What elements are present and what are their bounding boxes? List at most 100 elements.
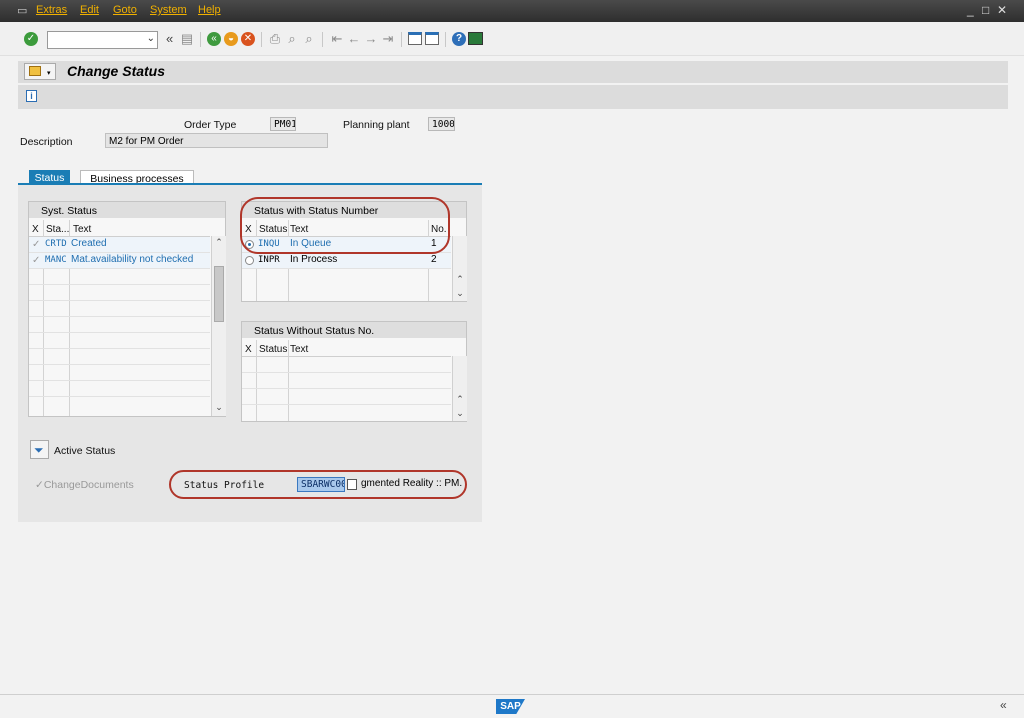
next-page-icon[interactable]: → xyxy=(364,32,378,46)
row-divider xyxy=(242,372,451,373)
menu-help[interactable]: Help xyxy=(198,4,221,16)
title-bar: ▾ Change Status xyxy=(18,61,1008,83)
column-header-x: X xyxy=(32,224,39,235)
checkbox-checked[interactable]: ✓ xyxy=(32,240,42,250)
menu-extras[interactable]: Extras xyxy=(36,4,67,16)
toolbar-separator xyxy=(445,32,446,47)
enter-icon[interactable]: ✓ xyxy=(24,32,38,46)
table-row[interactable]: ✓ CRTD Created xyxy=(29,237,210,252)
application-toolbar: i xyxy=(18,85,1008,109)
status-code: INPR xyxy=(258,255,280,265)
back-icon[interactable]: « xyxy=(207,32,221,46)
toolbar-separator xyxy=(322,32,323,47)
row-divider xyxy=(29,348,210,349)
column-header-text[interactable]: Text xyxy=(73,224,91,235)
status-profile-description: gmented Reality :: PM... xyxy=(361,478,462,489)
change-documents-button[interactable]: ✓ChangeDocuments xyxy=(35,479,134,491)
shortcut-icon[interactable] xyxy=(425,32,439,45)
status-profile-label: Status Profile xyxy=(184,480,265,491)
print-icon[interactable]: ⎙ xyxy=(268,32,282,46)
checkbox-checked[interactable]: ✓ xyxy=(32,256,42,266)
scroll-up-icon[interactable]: ⌃ xyxy=(212,237,226,248)
scroll-down-icon[interactable]: ⌄ xyxy=(453,288,467,299)
scroll-down-icon[interactable]: ⌄ xyxy=(212,402,226,413)
row-divider xyxy=(29,300,210,301)
order-type-field: PM01 xyxy=(270,117,296,131)
row-divider xyxy=(29,316,210,317)
description-label: Description xyxy=(20,136,73,148)
column-divider xyxy=(256,340,257,421)
help-icon[interactable]: ? xyxy=(452,32,466,46)
exit-icon[interactable]: ◒ xyxy=(224,32,238,46)
save-icon[interactable]: ▤ xyxy=(180,32,194,46)
scrollbar-thumb[interactable] xyxy=(214,266,224,322)
column-header-status[interactable]: Sta... xyxy=(46,224,69,235)
column-divider xyxy=(288,340,289,421)
collapse-status-bar-button[interactable]: « xyxy=(1000,698,1007,712)
scroll-up-icon[interactable]: ⌃ xyxy=(453,394,467,405)
menu-goto[interactable]: Goto xyxy=(113,4,137,16)
planning-plant-field: 1000 xyxy=(428,117,455,131)
row-divider xyxy=(242,388,451,389)
table-row[interactable]: INPR In Process 2 xyxy=(242,253,451,268)
maximize-button[interactable]: □ xyxy=(982,3,989,17)
last-page-icon[interactable]: ⇥ xyxy=(381,32,395,46)
command-field[interactable]: ⌄ xyxy=(47,31,158,49)
menu-edit[interactable]: Edit xyxy=(80,4,99,16)
close-window-button[interactable]: ✕ xyxy=(997,3,1007,17)
column-header-text[interactable]: Text xyxy=(290,224,308,235)
table-row[interactable]: INQU In Queue 1 xyxy=(242,237,451,252)
active-status-filter-button[interactable]: ⏷ xyxy=(30,440,49,459)
menu-button[interactable]: ▾ xyxy=(24,63,56,80)
vertical-scrollbar[interactable]: ⌃ ⌄ xyxy=(211,236,226,416)
status-menu-icon xyxy=(29,66,41,76)
status-without-number-table: Status Without Status No. X Status Text … xyxy=(241,321,467,422)
collapse-toolbar-button[interactable]: « xyxy=(166,31,173,46)
row-divider xyxy=(242,268,451,269)
vertical-scrollbar[interactable]: ⌃ ⌄ xyxy=(452,236,467,301)
column-header-status[interactable]: Status xyxy=(259,344,287,355)
change-documents-label: ChangeDocuments xyxy=(43,479,134,491)
previous-page-icon[interactable]: ← xyxy=(347,32,361,46)
column-header-x: X xyxy=(245,224,252,235)
copy-icon[interactable] xyxy=(347,479,357,490)
column-header-status[interactable]: Status xyxy=(259,224,287,235)
planning-plant-label: Planning plant xyxy=(343,119,410,131)
status-code: MANC xyxy=(45,255,67,265)
info-icon[interactable]: i xyxy=(26,90,37,102)
radio-unselected[interactable] xyxy=(245,256,254,265)
column-header-no[interactable]: No. xyxy=(431,224,447,235)
order-type-label: Order Type xyxy=(184,119,237,131)
status-profile-field[interactable]: SBARWC00 xyxy=(297,477,345,492)
status-text: Created xyxy=(71,238,107,249)
find-icon[interactable]: ⌕ xyxy=(285,32,299,46)
row-divider xyxy=(29,268,210,269)
header-divider xyxy=(242,356,451,357)
chevron-down-icon: ▾ xyxy=(47,70,51,77)
chevron-down-icon[interactable]: ⌄ xyxy=(147,33,155,44)
first-page-icon[interactable]: ⇤ xyxy=(330,32,344,46)
scroll-up-icon[interactable]: ⌃ xyxy=(453,274,467,285)
scroll-down-icon[interactable]: ⌄ xyxy=(453,408,467,419)
toolbar-separator xyxy=(401,32,402,47)
find-next-icon[interactable]: ⌕ xyxy=(302,32,316,46)
radio-selected[interactable] xyxy=(245,240,254,249)
filter-icon: ⏷ xyxy=(34,443,44,457)
column-header-text[interactable]: Text xyxy=(290,344,308,355)
table-row[interactable]: ✓ MANC Mat.availability not checked xyxy=(29,253,210,268)
status-with-number-table: Status with Status Number X Status Text … xyxy=(241,201,467,302)
status-text: In Queue xyxy=(290,238,332,249)
status-text: Mat.availability not checked xyxy=(71,254,194,265)
menu-system[interactable]: System xyxy=(150,4,187,16)
status-with-number-title: Status with Status Number xyxy=(242,202,466,218)
minimize-button[interactable]: _ xyxy=(967,3,974,17)
status-code: CRTD xyxy=(45,239,67,249)
new-session-icon[interactable] xyxy=(408,32,422,45)
row-divider xyxy=(29,364,210,365)
syst-status-table: Syst. Status X Sta... Text ✓ CRTD Create… xyxy=(28,201,226,417)
vertical-scrollbar[interactable]: ⌃ ⌄ xyxy=(452,356,467,421)
status-bar: SAP « xyxy=(0,694,1024,718)
cancel-icon[interactable]: ✕ xyxy=(241,32,255,46)
menu-icon[interactable]: ▭ xyxy=(17,4,27,17)
layout-menu-icon[interactable] xyxy=(468,32,483,45)
